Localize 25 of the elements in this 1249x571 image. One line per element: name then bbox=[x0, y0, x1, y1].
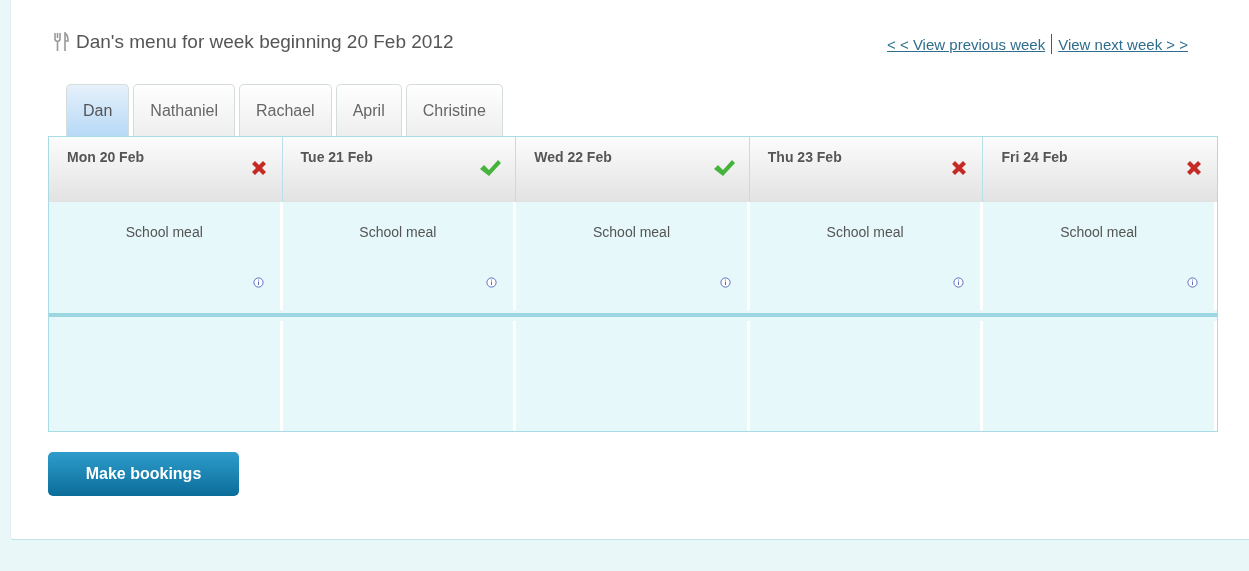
meal-name: School meal bbox=[125, 224, 203, 240]
meal-name: School meal bbox=[826, 224, 904, 240]
info-icon[interactable] bbox=[719, 277, 731, 288]
page-title: Dan's menu for week beginning 20 Feb 2012 bbox=[76, 31, 454, 53]
person-tab[interactable]: Rachael bbox=[238, 84, 332, 136]
meal-name: School meal bbox=[1060, 224, 1138, 240]
meal-name: School meal bbox=[592, 224, 670, 240]
person-tab[interactable]: April bbox=[335, 84, 402, 136]
day-date: Wed 22 Feb bbox=[534, 149, 612, 165]
info-icon[interactable] bbox=[252, 277, 264, 288]
day-date: Thu 23 Feb bbox=[767, 149, 842, 165]
cutlery-icon bbox=[53, 32, 69, 52]
previous-week-link[interactable]: < < View previous week bbox=[887, 35, 1046, 53]
next-week-link[interactable]: View next week > > bbox=[1058, 35, 1188, 53]
make-bookings-button[interactable]: Make bookings bbox=[48, 452, 239, 496]
info-icon[interactable] bbox=[953, 277, 965, 288]
person-tab[interactable]: Christine bbox=[405, 84, 503, 136]
day-date: Tue 21 Feb bbox=[300, 149, 373, 165]
person-tab[interactable]: Dan bbox=[66, 84, 130, 136]
info-icon[interactable] bbox=[486, 277, 498, 288]
person-tab[interactable]: Nathaniel bbox=[133, 84, 235, 136]
info-icon[interactable] bbox=[1187, 277, 1198, 288]
meal-name: School meal bbox=[359, 224, 437, 240]
day-date: Mon 20 Feb bbox=[67, 149, 144, 165]
day-date: Fri 24 Feb bbox=[1001, 149, 1068, 165]
